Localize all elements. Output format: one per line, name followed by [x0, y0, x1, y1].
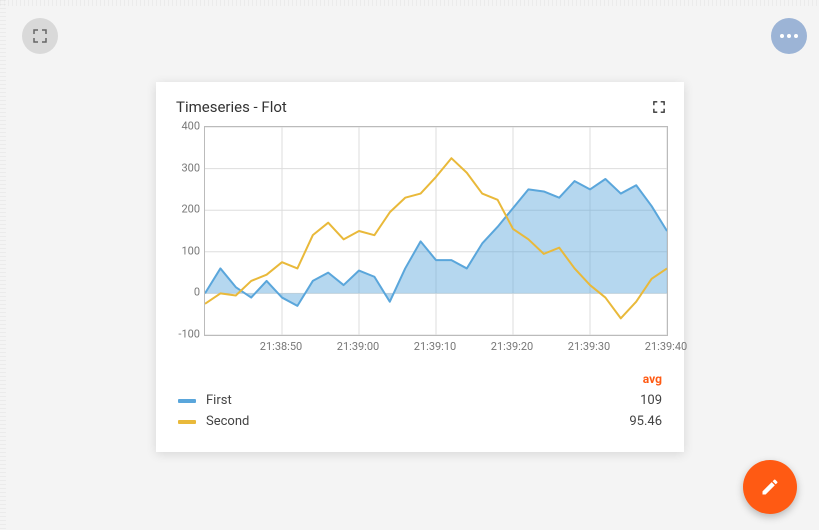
legend-header-avg: avg [178, 372, 662, 390]
legend: avg First109Second95.46 [172, 372, 668, 432]
legend-row[interactable]: First109 [178, 390, 662, 411]
y-tick-label: 100 [181, 244, 200, 257]
y-tick-label: 0 [194, 286, 200, 299]
x-tick-label: 21:39:20 [491, 340, 533, 353]
legend-value: 109 [640, 393, 662, 408]
legend-row[interactable]: Second95.46 [178, 411, 662, 432]
pencil-icon [760, 477, 780, 497]
legend-label: Second [206, 414, 629, 429]
y-tick-label: 200 [181, 203, 200, 216]
more-options-button[interactable] [771, 18, 807, 54]
top-ruler [0, 0, 819, 6]
x-tick-label: 21:39:30 [568, 340, 610, 353]
legend-value: 95.46 [629, 414, 662, 429]
fullscreen-icon [33, 29, 47, 43]
fullscreen-button[interactable] [22, 18, 58, 54]
y-axis: -1000100200300400 [172, 126, 204, 336]
plot-area[interactable] [204, 126, 668, 336]
x-tick-label: 21:38:50 [260, 340, 302, 353]
y-tick-label: 400 [181, 120, 200, 133]
edit-fab-button[interactable] [743, 460, 797, 514]
panel-fullscreen-button[interactable] [650, 98, 668, 116]
legend-swatch [178, 420, 196, 424]
y-tick-label: -100 [178, 328, 200, 341]
panel-title: Timeseries - Flot [176, 98, 287, 116]
x-tick-label: 21:39:00 [337, 340, 379, 353]
y-tick-label: 300 [181, 161, 200, 174]
chart-area: -1000100200300400 [172, 126, 668, 336]
fullscreen-icon [653, 101, 665, 113]
x-tick-label: 21:39:40 [645, 340, 687, 353]
ellipsis-icon [780, 34, 798, 38]
x-axis: 21:38:50 21:39:00 21:39:10 21:39:20 21:39:30… [204, 336, 668, 354]
legend-label: First [206, 393, 640, 408]
panel-header: Timeseries - Flot [172, 98, 668, 126]
chart-panel: Timeseries - Flot -100 0 100 200 300 400 21:3… [156, 82, 684, 452]
left-ruler [0, 0, 6, 530]
legend-swatch [178, 399, 196, 403]
x-tick-label: 21:39:10 [414, 340, 456, 353]
